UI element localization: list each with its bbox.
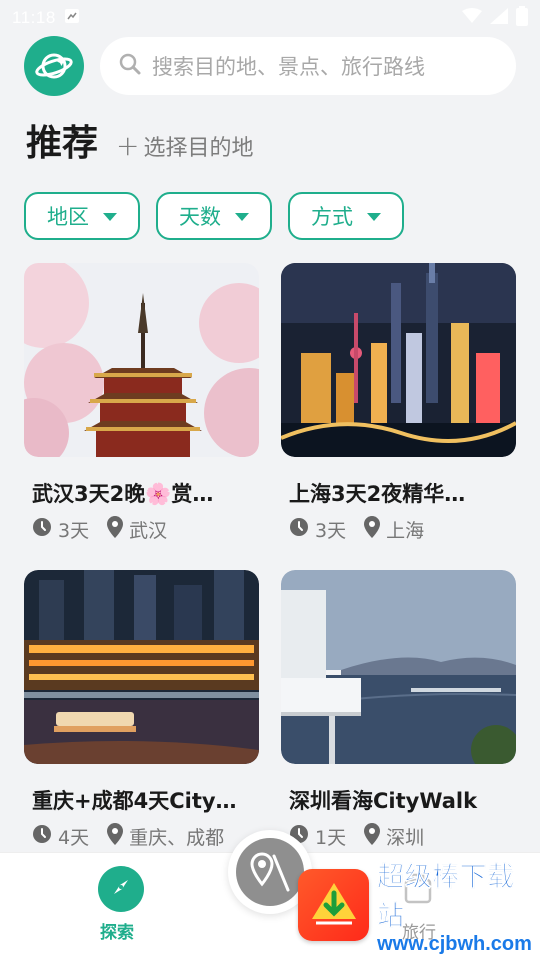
card-location: 深圳 <box>386 827 425 849</box>
card-days: 3天 <box>315 520 347 542</box>
battery-icon <box>516 5 528 31</box>
section-header: 推荐 + 选择目的地 <box>26 114 254 174</box>
card-meta: 3天 武汉 <box>32 516 177 543</box>
watermark-name: 超级棒下载站 <box>377 861 515 932</box>
card-location: 重庆、成都 <box>129 827 225 849</box>
card-title[interactable]: 重庆+成都4天City… <box>32 785 237 815</box>
notification-icon <box>64 8 80 29</box>
card-title[interactable]: 深圳看海CityWalk <box>289 785 477 815</box>
search-placeholder: 搜索目的地、景点、旅行路线 <box>152 55 425 79</box>
card-image <box>24 570 259 764</box>
page-title: 推荐 <box>26 123 99 164</box>
route-card-shanghai[interactable] <box>281 263 516 457</box>
search-icon <box>118 52 142 80</box>
card-title[interactable]: 武汉3天2晚🌸赏… <box>32 478 213 508</box>
card-image <box>24 263 259 457</box>
filter-label: 地区 <box>47 205 89 229</box>
wifi-icon <box>462 7 482 29</box>
route-card-chongqing-chengdu[interactable] <box>24 570 259 764</box>
route-card-shenzhen[interactable] <box>281 570 516 764</box>
location-pin-icon <box>364 823 381 850</box>
card-meta: 3天 上海 <box>289 516 434 543</box>
card-days: 3天 <box>58 520 90 542</box>
status-time: 11:18 <box>12 8 56 27</box>
map-pin-icon <box>236 838 304 906</box>
filter-region[interactable]: 地区 <box>24 192 140 240</box>
watermark-logo <box>298 869 370 941</box>
clock-icon <box>289 517 309 542</box>
pick-destination-label: 选择目的地 <box>143 135 254 161</box>
plus-icon: + <box>116 129 140 162</box>
card-days: 4天 <box>58 827 90 849</box>
card-location: 上海 <box>386 520 425 542</box>
clock-icon <box>32 517 52 542</box>
card-meta: 1天 深圳 <box>289 823 434 850</box>
compass-icon <box>108 874 134 904</box>
filter-days[interactable]: 天数 <box>156 192 272 240</box>
location-pin-icon <box>364 516 381 543</box>
filter-label: 方式 <box>311 205 353 229</box>
watermark-url: www.cjbwh.com <box>377 932 532 955</box>
caret-down-icon <box>103 213 117 221</box>
card-meta: 4天 重庆、成都 <box>32 823 234 850</box>
signal-icon <box>490 7 508 29</box>
card-image <box>281 570 516 764</box>
filter-mode[interactable]: 方式 <box>288 192 404 240</box>
card-image <box>281 263 516 457</box>
card-days: 1天 <box>315 827 347 849</box>
caret-down-icon <box>235 213 249 221</box>
card-location: 武汉 <box>129 520 168 542</box>
nav-explore-label[interactable]: 探索 <box>100 918 134 943</box>
location-pin-icon <box>107 823 124 850</box>
caret-down-icon <box>367 213 381 221</box>
header: 搜索目的地、景点、旅行路线 <box>24 36 516 96</box>
card-title[interactable]: 上海3天2夜精华… <box>289 478 465 508</box>
planet-logo-icon[interactable] <box>24 36 84 96</box>
nav-explore-button[interactable] <box>98 866 144 912</box>
status-bar: 11:18 <box>0 0 540 36</box>
filter-bar: 地区 天数 方式 <box>24 192 404 240</box>
filter-label: 天数 <box>179 205 221 229</box>
route-card-wuhan[interactable] <box>24 263 259 457</box>
search-input[interactable]: 搜索目的地、景点、旅行路线 <box>100 37 516 95</box>
clock-icon <box>32 824 52 849</box>
site-watermark: 超级棒下载站 www.cjbwh.com <box>298 855 540 955</box>
pick-destination-button[interactable]: + 选择目的地 <box>116 129 253 162</box>
location-pin-icon <box>107 516 124 543</box>
